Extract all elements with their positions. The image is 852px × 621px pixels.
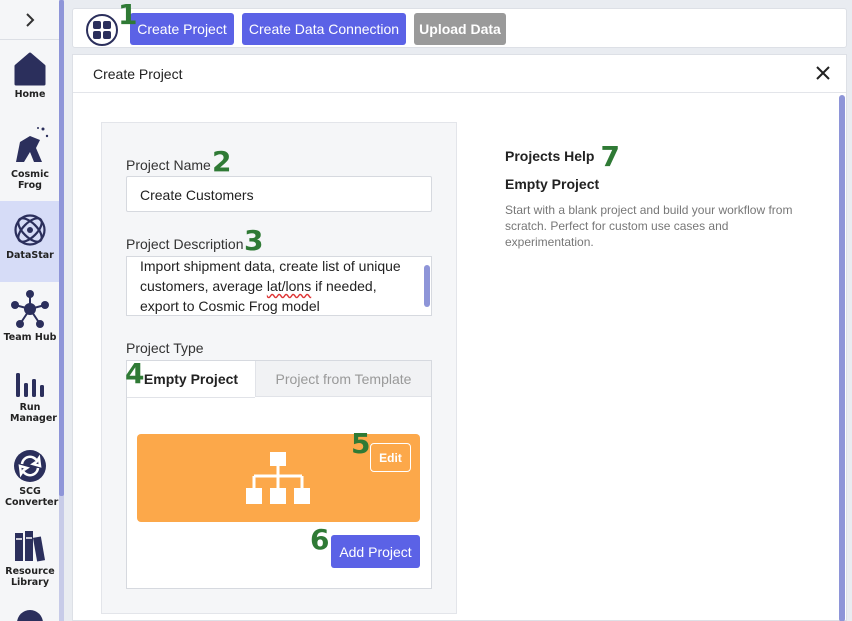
run-manager-icon bbox=[16, 373, 44, 397]
description-line: customers, average lat/lons if needed, bbox=[140, 276, 415, 296]
scg-converter-icon bbox=[14, 450, 46, 482]
annotation-marker-1: 1 bbox=[118, 0, 138, 31]
sidebar-item-team-hub[interactable]: Team Hub bbox=[0, 289, 60, 347]
help-description: Start with a blank project and build you… bbox=[505, 203, 793, 249]
annotation-marker-5: 5 bbox=[351, 427, 371, 460]
panel-title: Create Project bbox=[93, 66, 183, 82]
sidebar-item-datastar[interactable]: DataStar bbox=[0, 201, 60, 282]
annotation-marker-6: 6 bbox=[310, 523, 330, 556]
annotation-marker-7: 7 bbox=[600, 140, 620, 173]
create-project-button[interactable]: Create Project bbox=[130, 13, 234, 45]
description-text: if needed, bbox=[311, 278, 377, 294]
hierarchy-icon bbox=[246, 452, 310, 504]
sidebar-item-label: Home bbox=[14, 89, 46, 100]
sidebar-item-scg-converter[interactable]: SCG Converter bbox=[0, 449, 60, 511]
sidebar-item-resource-library[interactable]: Resource Library bbox=[0, 529, 60, 591]
team-hub-icon bbox=[11, 290, 49, 328]
chevron-right-icon bbox=[26, 12, 35, 27]
sidebar-collapse-button[interactable] bbox=[0, 0, 60, 40]
sidebar-item-label: Cosmic Frog bbox=[11, 169, 49, 191]
sidebar-item-label: Team Hub bbox=[3, 332, 57, 343]
description-line: Import shipment data, create list of uni… bbox=[140, 258, 401, 274]
description-line: export to Cosmic Frog model bbox=[140, 298, 320, 314]
sidebar-item-label: SCG Converter bbox=[5, 486, 59, 508]
sidebar-item-label: Run Manager bbox=[10, 402, 57, 424]
create-data-connection-button[interactable]: Create Data Connection bbox=[242, 13, 406, 45]
project-description-field[interactable]: Import shipment data, create list of uni… bbox=[126, 256, 432, 316]
projects-help-title: Projects Help 7 bbox=[505, 135, 620, 173]
panel-header: Create Project bbox=[73, 55, 846, 93]
project-description-label: Project Description bbox=[126, 236, 244, 252]
project-name-label: Project Name bbox=[126, 157, 211, 173]
project-name-value: Create Customers bbox=[140, 187, 254, 203]
help-subtitle: Empty Project bbox=[505, 176, 600, 192]
create-project-panel: Create Project Project Name 2 Create Cus… bbox=[72, 54, 847, 621]
description-text: customers, average bbox=[140, 278, 267, 294]
annotation-marker-2: 2 bbox=[212, 145, 232, 178]
toolbar: Create Project Create Data Connection Up… bbox=[72, 8, 847, 48]
project-description-value: Import shipment data, create list of uni… bbox=[140, 257, 415, 315]
sidebar-item-run-manager[interactable]: Run Manager bbox=[0, 371, 60, 429]
annotation-marker-4: 4 bbox=[125, 357, 145, 390]
sidebar: Home Cosmic Frog DataStar Team Hub Run M… bbox=[0, 0, 64, 621]
panel-scrollbar-thumb[interactable] bbox=[839, 95, 845, 621]
project-name-field[interactable]: Create Customers bbox=[126, 176, 432, 212]
add-project-button[interactable]: Add Project bbox=[331, 535, 420, 568]
tab-empty-project[interactable]: Empty Project bbox=[127, 361, 255, 397]
cosmic-frog-icon bbox=[16, 127, 49, 162]
project-type-tabs: Empty Project Project from Template Edit… bbox=[126, 360, 432, 589]
tab-divider bbox=[127, 397, 255, 398]
datastar-icon bbox=[14, 214, 46, 246]
project-form: Project Name 2 Create Customers Project … bbox=[101, 122, 457, 614]
empty-project-card[interactable]: Edit bbox=[137, 434, 420, 522]
project-type-label: Project Type bbox=[126, 340, 204, 356]
annotation-marker-3: 3 bbox=[244, 224, 264, 257]
sidebar-item-label: DataStar bbox=[6, 250, 54, 261]
sidebar-overflow-icon[interactable] bbox=[17, 610, 43, 621]
description-scrollbar-thumb[interactable] bbox=[424, 265, 430, 307]
misspelled-word: lat/lons bbox=[266, 278, 312, 294]
sidebar-item-home[interactable]: Home bbox=[0, 52, 60, 110]
home-icon bbox=[14, 52, 46, 86]
sidebar-scrollbar-thumb[interactable] bbox=[59, 0, 64, 496]
sidebar-item-label: Resource Library bbox=[5, 566, 55, 588]
help-title-text: Projects Help bbox=[505, 148, 595, 164]
tab-project-from-template[interactable]: Project from Template bbox=[255, 361, 431, 397]
upload-data-button[interactable]: Upload Data bbox=[414, 13, 506, 45]
apps-grid-icon[interactable] bbox=[86, 14, 118, 46]
close-icon[interactable] bbox=[814, 64, 832, 82]
sidebar-item-cosmic-frog[interactable]: Cosmic Frog bbox=[0, 124, 60, 194]
resource-library-icon bbox=[15, 531, 46, 562]
edit-button[interactable]: Edit bbox=[370, 443, 411, 472]
